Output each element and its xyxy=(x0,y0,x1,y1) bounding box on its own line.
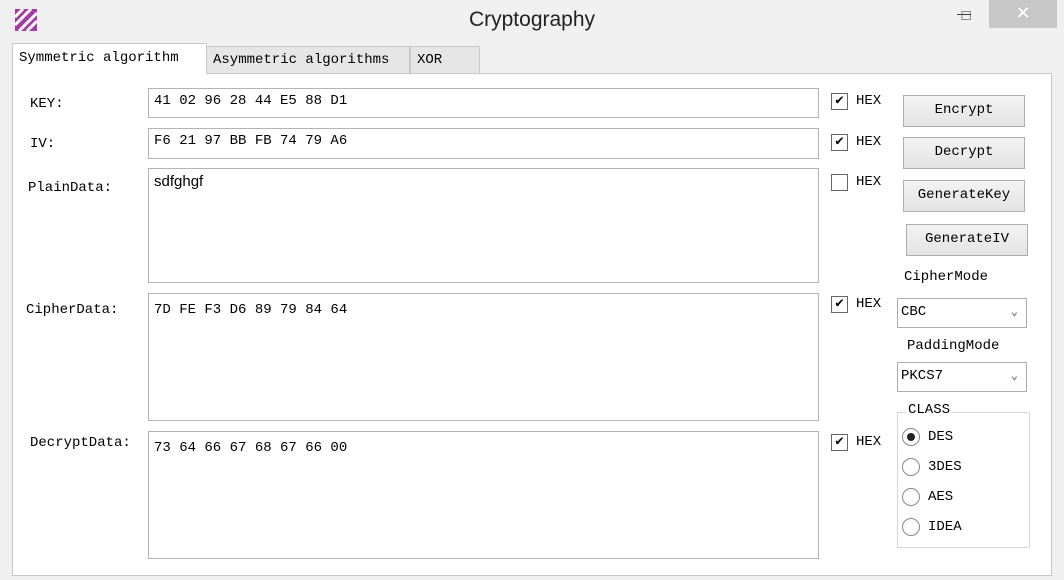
radio-3des-label: 3DES xyxy=(928,459,962,475)
cipher-hex-checkbox[interactable]: ✔ xyxy=(831,296,848,313)
paddingmode-value: PKCS7 xyxy=(901,368,944,384)
radio-3des[interactable] xyxy=(902,458,920,476)
ciphermode-select[interactable]: CBC ⌄ xyxy=(897,298,1027,328)
plaindata-label: PlainData: xyxy=(28,180,113,196)
encrypt-button[interactable]: Encrypt xyxy=(903,95,1025,127)
decryptdata-label: DecryptData: xyxy=(30,435,131,451)
plain-hex-label: HEX xyxy=(856,174,882,190)
decrypt-hex-checkbox[interactable]: ✔ xyxy=(831,434,848,451)
class-group-label: CLASS xyxy=(906,402,953,418)
cipherdata-textarea[interactable]: 7D FE F3 D6 89 79 84 64 xyxy=(148,293,819,421)
iv-hex-label: HEX xyxy=(856,134,882,150)
ciphermode-label: CipherMode xyxy=(904,269,989,285)
ciphermode-value: CBC xyxy=(901,304,927,320)
plain-hex-checkbox[interactable] xyxy=(831,174,848,191)
cipherdata-label: CipherData: xyxy=(26,302,119,318)
key-input[interactable]: 41 02 96 28 44 E5 88 D1 xyxy=(148,88,819,118)
plaindata-textarea[interactable]: sdfghgf xyxy=(148,168,819,283)
tab-xor[interactable]: XOR xyxy=(410,46,480,74)
paddingmode-label: PaddingMode xyxy=(907,338,1000,354)
radio-des-label: DES xyxy=(928,429,954,445)
radio-aes[interactable] xyxy=(902,488,920,506)
key-label: KEY: xyxy=(30,96,64,112)
decrypt-hex-label: HEX xyxy=(856,434,882,450)
paddingmode-select[interactable]: PKCS7 ⌄ xyxy=(897,362,1027,392)
iv-hex-checkbox[interactable]: ✔ xyxy=(831,134,848,151)
tab-asymmetric[interactable]: Asymmetric algorithms xyxy=(206,46,410,74)
radio-idea-label: IDEA xyxy=(928,519,962,535)
iv-label: IV: xyxy=(30,136,56,152)
window-title: Cryptography xyxy=(468,8,596,31)
key-hex-label: HEX xyxy=(856,93,882,109)
iv-input[interactable]: F6 21 97 BB FB 74 79 A6 xyxy=(148,128,819,159)
cipher-hex-label: HEX xyxy=(856,296,882,312)
chevron-down-icon: ⌄ xyxy=(1010,369,1018,383)
decryptdata-textarea[interactable]: 73 64 66 67 68 67 66 00 xyxy=(148,431,819,559)
tab-symmetric[interactable]: Symmetric algorithm xyxy=(12,43,207,74)
chevron-down-icon: ⌄ xyxy=(1010,305,1018,319)
key-hex-checkbox[interactable]: ✔ xyxy=(831,93,848,110)
close-button[interactable]: ✕ xyxy=(989,0,1057,28)
radio-aes-label: AES xyxy=(928,489,954,505)
generate-key-button[interactable]: GenerateKey xyxy=(903,180,1025,212)
radio-des[interactable] xyxy=(902,428,920,446)
decrypt-button[interactable]: Decrypt xyxy=(903,137,1025,169)
generate-iv-button[interactable]: GenerateIV xyxy=(906,224,1028,256)
maximize-button[interactable]: ☐ xyxy=(955,4,977,26)
radio-idea[interactable] xyxy=(902,518,920,536)
